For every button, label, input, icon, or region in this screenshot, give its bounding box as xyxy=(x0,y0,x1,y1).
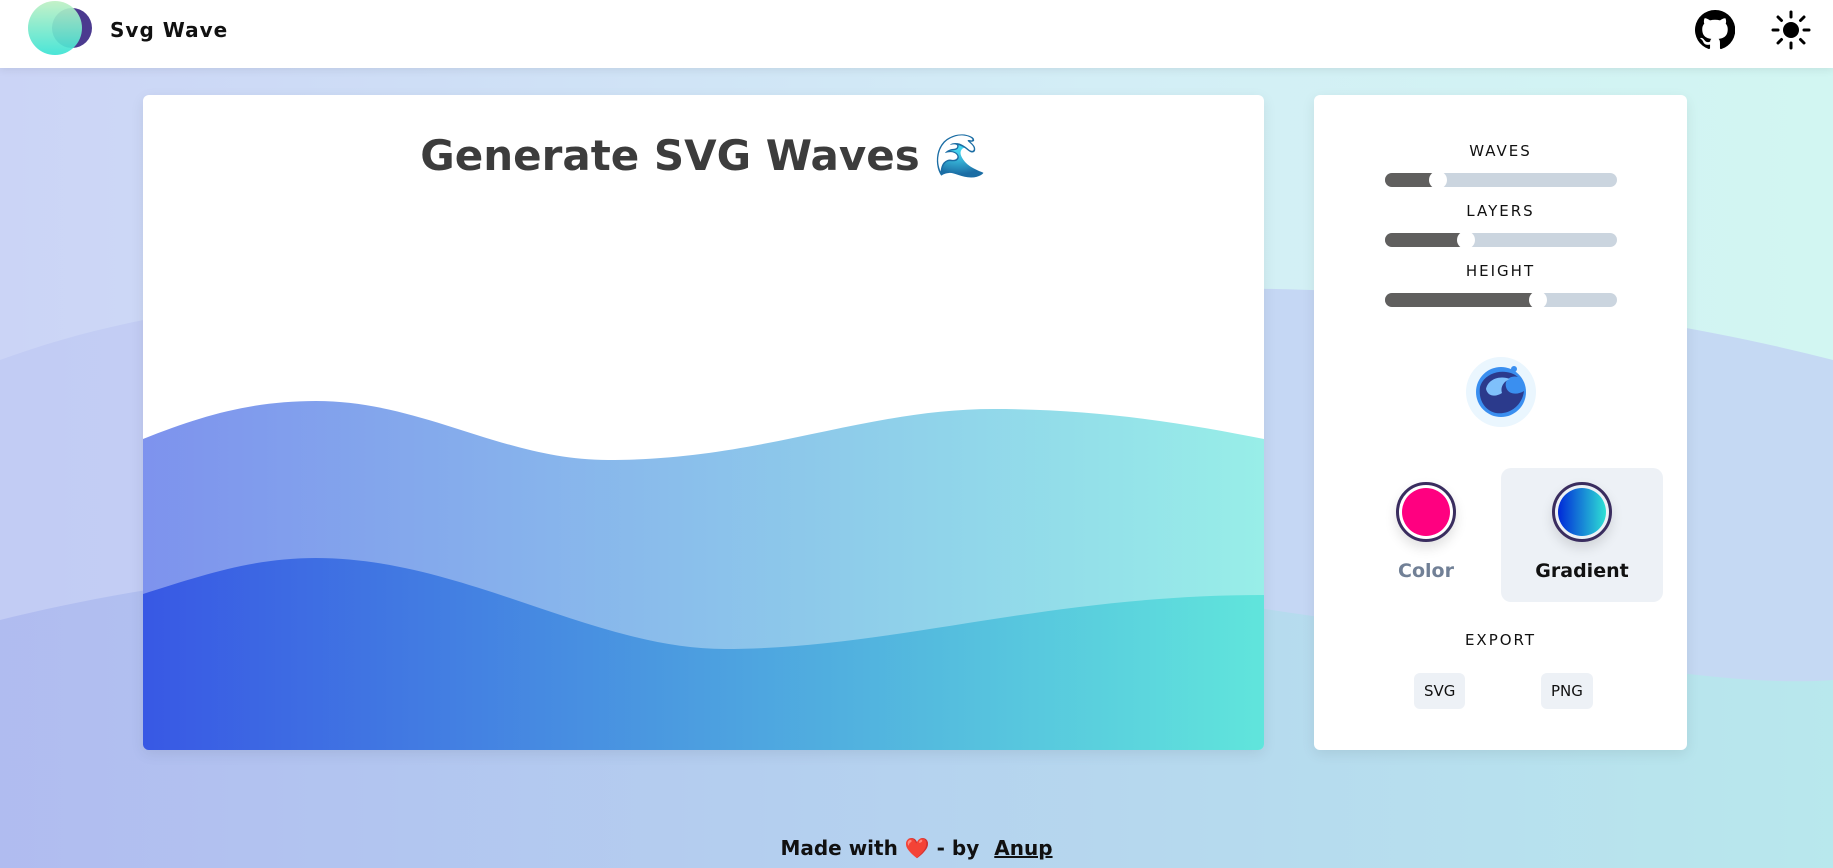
brand-name[interactable]: Svg Wave xyxy=(110,18,228,42)
top-navbar: Svg Wave xyxy=(0,0,1833,68)
wave-preview-card: Generate SVG Waves 🌊 xyxy=(143,95,1264,750)
gradient-swatch xyxy=(1552,482,1612,542)
page-title: Generate SVG Waves 🌊 xyxy=(420,131,987,180)
wave-preview xyxy=(143,401,1264,750)
made-with-text: Made with xyxy=(780,836,898,860)
color-mode-label: Color xyxy=(1398,560,1454,582)
footer: Made with ❤️ - by Anup xyxy=(0,836,1833,860)
color-mode-option[interactable]: Color xyxy=(1345,468,1507,602)
layers-label: LAYERS xyxy=(1466,202,1535,220)
github-icon[interactable] xyxy=(1695,10,1735,50)
export-png-button[interactable]: PNG xyxy=(1541,673,1593,709)
gradient-mode-label: Gradient xyxy=(1535,560,1629,582)
heart-icon: ❤️ xyxy=(904,836,930,860)
export-svg-button[interactable]: SVG xyxy=(1414,673,1466,709)
height-slider[interactable] xyxy=(1385,291,1617,309)
waves-slider[interactable] xyxy=(1385,171,1617,189)
by-text: - by xyxy=(936,836,980,860)
layers-slider[interactable] xyxy=(1385,231,1617,249)
author-link[interactable]: Anup xyxy=(994,836,1052,860)
sun-icon[interactable] xyxy=(1771,10,1811,50)
gradient-mode-option[interactable]: Gradient xyxy=(1501,468,1663,602)
water-wave-icon xyxy=(1476,366,1526,417)
logo-icon xyxy=(28,1,92,55)
waves-label: WAVES xyxy=(1469,142,1532,160)
controls-panel: WAVES LAYERS HEIGHT Color Gradient EXPOR… xyxy=(1314,95,1687,750)
height-label: HEIGHT xyxy=(1465,262,1536,280)
color-swatch xyxy=(1396,482,1456,542)
randomize-button[interactable] xyxy=(1466,357,1536,427)
export-label: EXPORT xyxy=(1464,631,1537,649)
